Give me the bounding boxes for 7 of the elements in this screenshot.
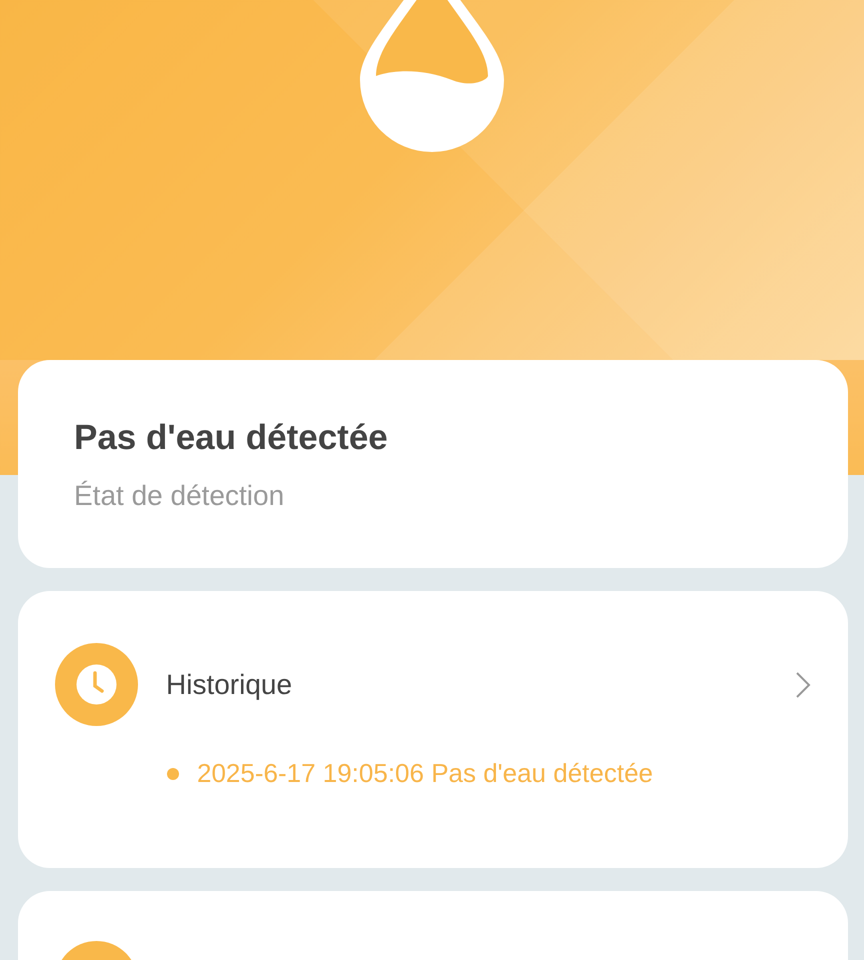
chevron-icon[interactable]: [794, 670, 812, 700]
status-title: Pas d'eau détectée: [74, 418, 389, 458]
status-subtitle: État de détection: [74, 480, 286, 512]
history-title[interactable]: Historique: [166, 668, 794, 700]
bullet-dot: [167, 768, 179, 780]
history-entry: 2025-6-17 19:05:06 Pas d'eau détectée: [197, 758, 653, 789]
clock-icon: [55, 643, 138, 726]
